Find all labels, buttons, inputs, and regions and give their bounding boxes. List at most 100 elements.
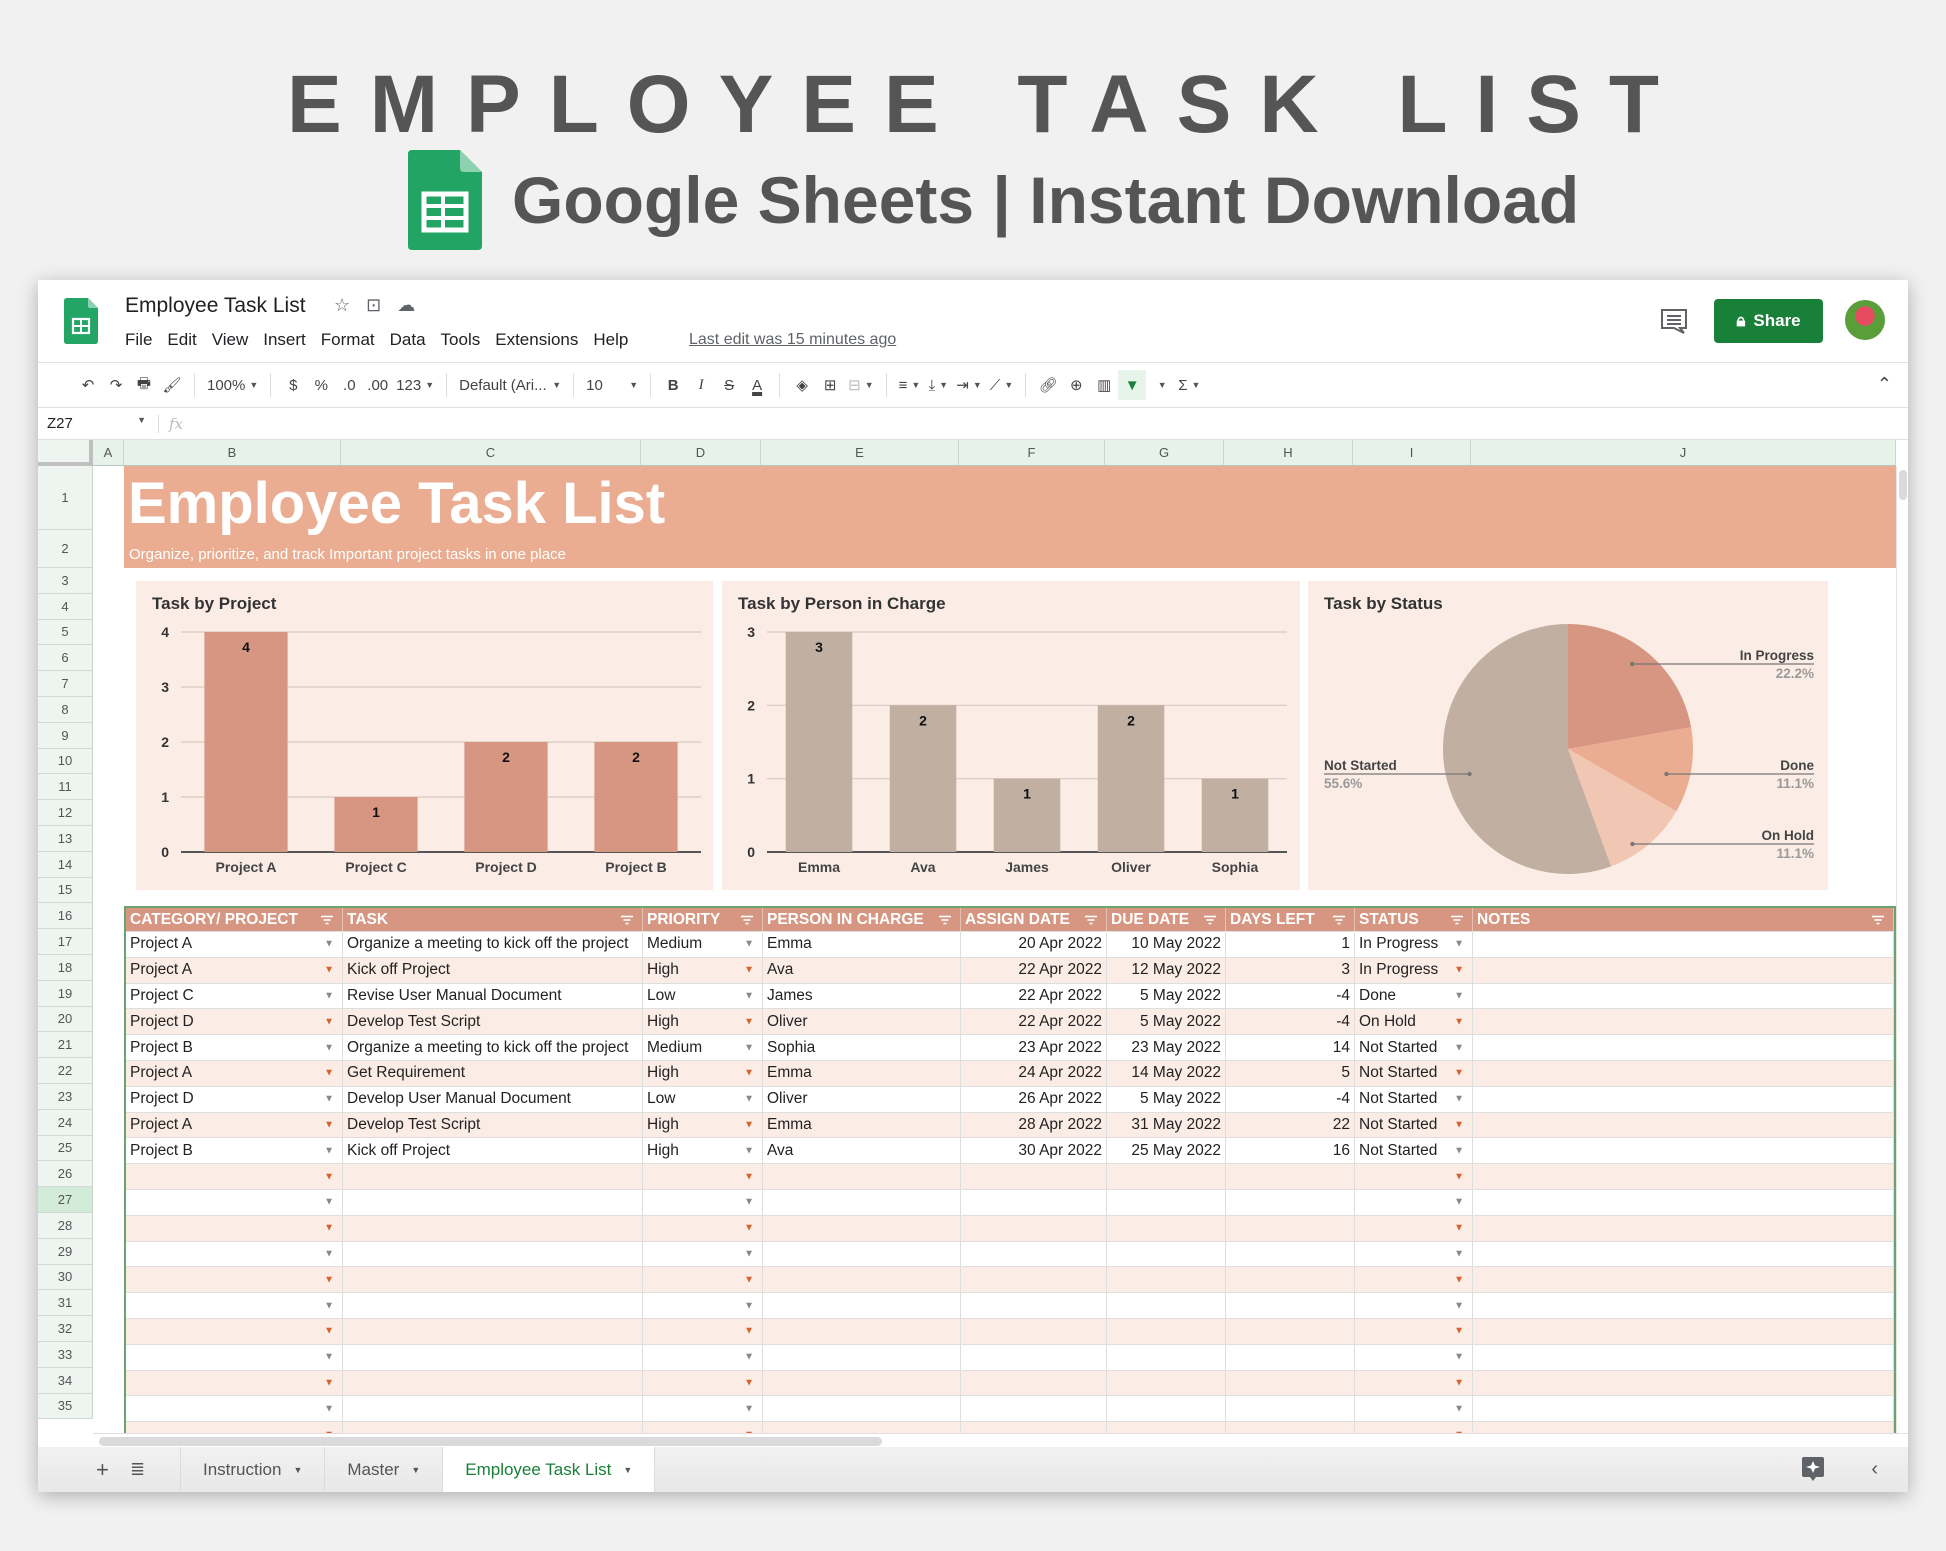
- row-header-9[interactable]: 9: [38, 722, 93, 749]
- table-cell[interactable]: Get Requirement: [343, 1060, 643, 1086]
- table-cell[interactable]: [961, 1189, 1107, 1215]
- table-cell[interactable]: Emma: [763, 1060, 961, 1086]
- table-cell[interactable]: -4: [1226, 1009, 1355, 1035]
- menu-insert[interactable]: Insert: [263, 330, 306, 350]
- table-cell[interactable]: [1226, 1396, 1355, 1422]
- table-cell[interactable]: ▼: [643, 1267, 763, 1293]
- table-cell[interactable]: High ▼: [643, 1009, 763, 1035]
- dropdown-arrow-icon[interactable]: ▼: [324, 1042, 334, 1053]
- table-cell[interactable]: Medium ▼: [643, 932, 763, 957]
- vertical-scroll-thumb[interactable]: [1899, 470, 1907, 500]
- table-cell[interactable]: [961, 1267, 1107, 1293]
- last-edit-link[interactable]: Last edit was 15 minutes ago: [689, 331, 896, 349]
- table-cell[interactable]: [1473, 1267, 1894, 1293]
- table-cell[interactable]: 24 Apr 2022: [961, 1060, 1107, 1086]
- explore-icon[interactable]: [1802, 1457, 1824, 1481]
- text-rotation-icon[interactable]: ⟋ ▼: [986, 370, 1017, 400]
- text-color-button[interactable]: A: [743, 370, 771, 400]
- table-cell[interactable]: [1473, 1396, 1894, 1422]
- table-cell[interactable]: Organize a meeting to kick off the proje…: [343, 1035, 643, 1060]
- table-cell[interactable]: ▼: [643, 1215, 763, 1241]
- table-cell[interactable]: ▼: [643, 1318, 763, 1344]
- pie-slice[interactable]: [1568, 624, 1692, 749]
- table-cell[interactable]: James: [763, 983, 961, 1009]
- menu-help[interactable]: Help: [593, 330, 628, 350]
- table-cell[interactable]: Project A ▼: [126, 957, 343, 983]
- row-header-28[interactable]: 28: [38, 1213, 93, 1239]
- table-cell[interactable]: [763, 1215, 961, 1241]
- table-cell[interactable]: [343, 1189, 643, 1215]
- increase-decimal-button[interactable]: .00: [363, 370, 392, 400]
- filter-icon[interactable]: [1450, 915, 1464, 925]
- row-header-25[interactable]: 25: [38, 1135, 93, 1162]
- dropdown-arrow-icon[interactable]: ▼: [1454, 1274, 1464, 1285]
- table-cell[interactable]: [343, 1344, 643, 1370]
- star-icon[interactable]: ☆: [334, 295, 350, 316]
- table-cell[interactable]: In Progress ▼: [1355, 932, 1473, 957]
- table-cell[interactable]: High ▼: [643, 1112, 763, 1138]
- table-cell[interactable]: Oliver: [763, 1086, 961, 1112]
- dropdown-arrow-icon[interactable]: ▼: [744, 1274, 754, 1285]
- table-cell[interactable]: Project B ▼: [126, 1035, 343, 1060]
- table-cell[interactable]: Develop Test Script: [343, 1112, 643, 1138]
- filter-icon[interactable]: [320, 915, 334, 925]
- table-cell[interactable]: [1226, 1318, 1355, 1344]
- dropdown-arrow-icon[interactable]: ▼: [1454, 1197, 1464, 1208]
- table-cell[interactable]: [763, 1318, 961, 1344]
- functions-icon[interactable]: Σ ▼: [1174, 370, 1204, 400]
- table-cell[interactable]: Kick off Project: [343, 957, 643, 983]
- select-all-corner[interactable]: [38, 440, 93, 466]
- font-select[interactable]: Default (Ari... ▼: [455, 370, 565, 400]
- table-cell[interactable]: [961, 1396, 1107, 1422]
- table-cell[interactable]: [343, 1293, 643, 1318]
- row-header-31[interactable]: 31: [38, 1290, 93, 1317]
- insert-chart-icon[interactable]: ▥: [1090, 370, 1118, 400]
- table-cell[interactable]: [343, 1164, 643, 1189]
- table-cell[interactable]: Project A ▼: [126, 1112, 343, 1138]
- print-icon[interactable]: 🖶︎: [130, 370, 158, 400]
- table-cell[interactable]: Not Started ▼: [1355, 1086, 1473, 1112]
- table-cell[interactable]: [1107, 1267, 1226, 1293]
- table-cell[interactable]: ▼: [643, 1241, 763, 1267]
- table-cell[interactable]: -4: [1226, 1086, 1355, 1112]
- row-header-26[interactable]: 26: [38, 1161, 93, 1188]
- move-folder-icon[interactable]: ⊡: [366, 295, 381, 316]
- row-header-22[interactable]: 22: [38, 1058, 93, 1084]
- share-button[interactable]: 🔒︎ Share: [1714, 299, 1823, 343]
- dropdown-arrow-icon[interactable]: ▼: [1454, 990, 1464, 1001]
- table-cell[interactable]: ▼: [1355, 1318, 1473, 1344]
- filter-icon[interactable]: [1871, 915, 1885, 925]
- table-cell[interactable]: [1107, 1318, 1226, 1344]
- table-cell[interactable]: [1226, 1215, 1355, 1241]
- table-cell[interactable]: ▼: [126, 1215, 343, 1241]
- bar[interactable]: [204, 632, 288, 852]
- sheets-home-icon[interactable]: [64, 298, 98, 344]
- table-cell[interactable]: 3: [1226, 957, 1355, 983]
- insert-comment-icon[interactable]: ⊕: [1062, 370, 1090, 400]
- table-cell[interactable]: [1473, 957, 1894, 983]
- table-cell[interactable]: [1107, 1396, 1226, 1422]
- dropdown-arrow-icon[interactable]: ▼: [744, 990, 754, 1001]
- table-cell[interactable]: [961, 1318, 1107, 1344]
- column-header-a[interactable]: A: [93, 440, 124, 466]
- table-cell[interactable]: [1473, 1035, 1894, 1060]
- horizontal-scrollbar[interactable]: [93, 1433, 1908, 1447]
- row-header-2[interactable]: 2: [38, 530, 93, 568]
- sheet-tab-menu-icon[interactable]: ▼: [411, 1465, 420, 1475]
- table-cell[interactable]: [1226, 1189, 1355, 1215]
- menu-extensions[interactable]: Extensions: [495, 330, 578, 350]
- dropdown-arrow-icon[interactable]: ▼: [744, 1094, 754, 1105]
- currency-format-button[interactable]: $: [279, 370, 307, 400]
- table-cell[interactable]: [961, 1370, 1107, 1396]
- table-cell[interactable]: Project B ▼: [126, 1138, 343, 1164]
- dropdown-arrow-icon[interactable]: ▼: [744, 1016, 754, 1027]
- dropdown-arrow-icon[interactable]: ▼: [1454, 1352, 1464, 1363]
- dropdown-arrow-icon[interactable]: ▼: [744, 1223, 754, 1234]
- table-cell[interactable]: 16: [1226, 1138, 1355, 1164]
- dropdown-arrow-icon[interactable]: ▼: [744, 1326, 754, 1337]
- row-header-1[interactable]: 1: [38, 466, 93, 530]
- row-header-3[interactable]: 3: [38, 568, 93, 594]
- table-cell[interactable]: 12 May 2022: [1107, 957, 1226, 983]
- dropdown-arrow-icon[interactable]: ▼: [744, 1403, 754, 1414]
- bold-button[interactable]: B: [659, 370, 687, 400]
